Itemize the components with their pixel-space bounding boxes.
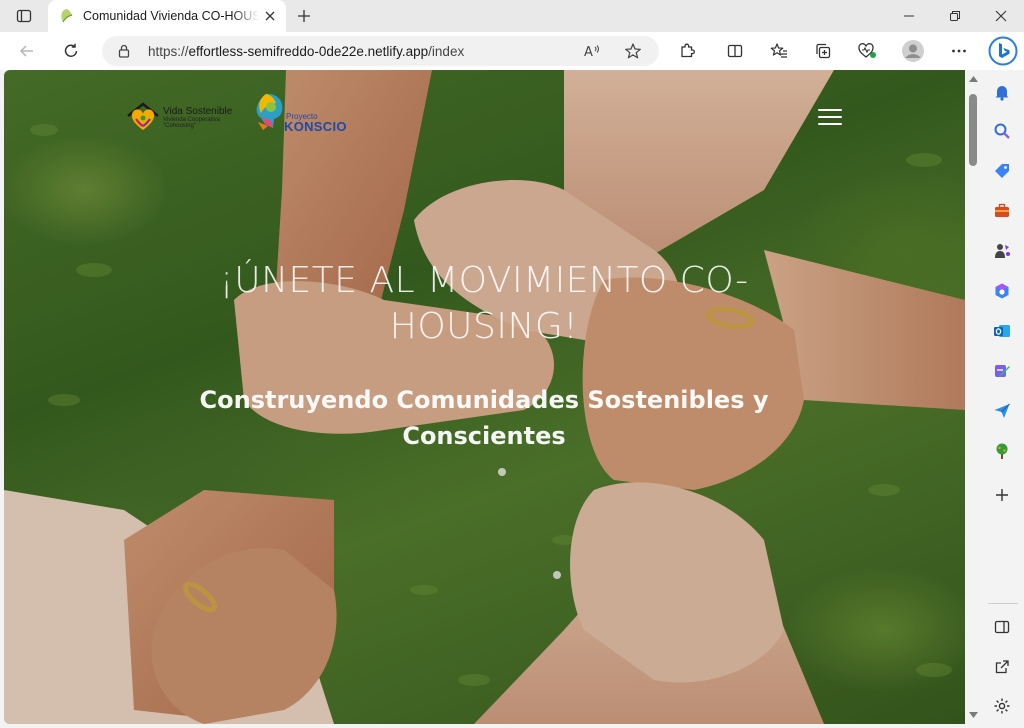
site-favicon xyxy=(58,8,74,24)
active-tab[interactable]: Comunidad Vivienda CO-HOUSING xyxy=(48,0,286,32)
split-screen-icon[interactable] xyxy=(720,36,750,66)
logo2-name: KONSCIO xyxy=(284,119,347,134)
browser-toolbar: https://effortless-semifreddo-0de22e.net… xyxy=(0,32,1024,70)
window-close-icon[interactable] xyxy=(978,0,1024,32)
search-icon[interactable] xyxy=(990,119,1014,143)
edge-sidebar xyxy=(982,70,1024,728)
games-icon[interactable] xyxy=(990,239,1014,263)
address-bar[interactable]: https://effortless-semifreddo-0de22e.net… xyxy=(102,36,659,66)
designer-icon[interactable] xyxy=(990,359,1014,383)
site-navbar: Vida Sostenible Vivienda Cooperativa "Co… xyxy=(4,70,965,170)
tree-icon[interactable] xyxy=(990,439,1014,463)
vida-sostenible-logo[interactable]: Vida Sostenible Vivienda Cooperativa "Co… xyxy=(126,100,246,136)
tab-strip: Comunidad Vivienda CO-HOUSING xyxy=(0,0,1024,32)
outlook-icon[interactable] xyxy=(990,319,1014,343)
refresh-icon[interactable] xyxy=(56,36,86,66)
bell-icon[interactable] xyxy=(990,80,1014,104)
logo1-title: Vida Sostenible xyxy=(163,106,233,117)
hero-subtitle: Construyendo Comunidades Sostenibles y C… xyxy=(199,386,769,450)
house-heart-icon xyxy=(127,102,159,130)
hamburger-menu-icon[interactable] xyxy=(816,106,844,128)
external-link-icon[interactable] xyxy=(990,655,1014,679)
url-host: effortless-semifreddo-0de22e.netlify.app xyxy=(188,44,429,59)
logo1-tagline: "Cohousing" xyxy=(163,123,196,129)
collections-icon[interactable] xyxy=(808,36,838,66)
tab-title: Comunidad Vivienda CO-HOUSING xyxy=(83,9,259,23)
url-text[interactable]: https://effortless-semifreddo-0de22e.net… xyxy=(148,44,464,59)
bing-copilot-icon[interactable] xyxy=(986,34,1020,68)
restore-icon[interactable] xyxy=(932,0,978,32)
tab-actions-icon[interactable] xyxy=(10,5,38,27)
add-icon[interactable] xyxy=(990,483,1014,507)
page-scrollbar[interactable] xyxy=(965,70,982,724)
scroll-up-icon[interactable] xyxy=(969,76,978,82)
url-path: /index xyxy=(428,44,465,59)
sidebar-toggle-icon[interactable] xyxy=(990,615,1014,639)
svg-text:A: A xyxy=(584,45,593,59)
back-arrow-icon[interactable] xyxy=(12,36,42,66)
more-icon[interactable] xyxy=(944,36,974,66)
profile-icon[interactable] xyxy=(898,36,928,66)
microsoft-365-icon[interactable] xyxy=(990,279,1014,303)
favorites-icon[interactable] xyxy=(764,36,794,66)
shopping-tag-icon[interactable] xyxy=(990,159,1014,183)
scroll-thumb[interactable] xyxy=(969,94,977,166)
window-bottom-edge xyxy=(0,724,982,728)
url-prefix: https:// xyxy=(148,44,189,59)
page-viewport: Vida Sostenible Vivienda Cooperativa "Co… xyxy=(4,70,965,724)
lock-icon[interactable] xyxy=(116,43,132,59)
scroll-down-icon[interactable] xyxy=(969,712,978,718)
settings-icon[interactable] xyxy=(990,694,1014,718)
sidebar-divider xyxy=(988,603,1018,604)
konscio-logo[interactable]: Proyecto KONSCIO xyxy=(252,92,372,136)
window-controls xyxy=(886,0,1024,32)
extensions-icon[interactable] xyxy=(672,36,702,66)
tab-close-icon[interactable] xyxy=(262,8,278,24)
minimize-icon[interactable] xyxy=(886,0,932,32)
read-aloud-icon[interactable]: A xyxy=(583,41,603,61)
browser-essentials-icon[interactable] xyxy=(852,36,882,66)
tools-briefcase-icon[interactable] xyxy=(990,199,1014,223)
konscio-head-icon xyxy=(256,93,283,130)
favorite-star-icon[interactable] xyxy=(623,41,643,61)
send-icon[interactable] xyxy=(990,399,1014,423)
new-tab-icon[interactable] xyxy=(292,5,316,27)
hero-title: ¡ÚNETE AL MOVIMIENTO CO-HOUSING! xyxy=(219,260,749,347)
